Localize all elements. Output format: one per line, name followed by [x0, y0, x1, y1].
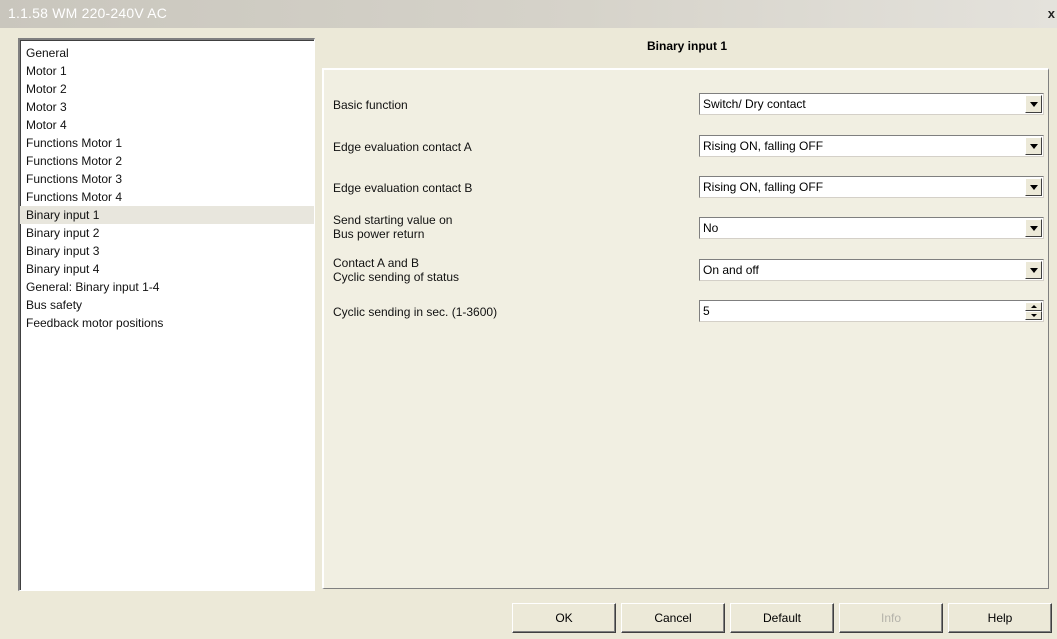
- send-start-dropdown[interactable]: No: [699, 217, 1044, 239]
- help-button[interactable]: Help: [948, 603, 1052, 633]
- spin-down-icon[interactable]: [1025, 311, 1042, 320]
- cyclic-status-label-line1: Contact A and B: [333, 256, 420, 270]
- edge-b-value: Rising ON, falling OFF: [703, 180, 824, 194]
- basic-function-value: Switch/ Dry contact: [703, 97, 806, 111]
- tree-item[interactable]: Functions Motor 2: [20, 152, 314, 170]
- tree-item[interactable]: General: Binary input 1-4: [20, 278, 314, 296]
- send-start-value: No: [703, 221, 719, 235]
- tree-item[interactable]: Binary input 1: [20, 206, 314, 224]
- edge-a-value: Rising ON, falling OFF: [703, 139, 824, 153]
- edge-b-label: Edge evaluation contact B: [333, 181, 473, 195]
- cyclic-status-label: Contact A and B Cyclic sending of status: [333, 256, 459, 284]
- chevron-down-icon[interactable]: [1025, 178, 1042, 196]
- edge-a-label: Edge evaluation contact A: [333, 140, 472, 154]
- default-button[interactable]: Default: [730, 603, 834, 633]
- tree-item[interactable]: Motor 3: [20, 98, 314, 116]
- cancel-button[interactable]: Cancel: [621, 603, 725, 633]
- tree-item[interactable]: General: [20, 44, 314, 62]
- ok-button[interactable]: OK: [512, 603, 616, 633]
- tree-item[interactable]: Functions Motor 3: [20, 170, 314, 188]
- close-icon[interactable]: x: [1048, 6, 1055, 21]
- spin-up-icon[interactable]: [1025, 302, 1042, 311]
- tree-item[interactable]: Motor 2: [20, 80, 314, 98]
- send-start-label-line1: Send starting value on: [333, 213, 453, 227]
- parameter-panel: Basic function Switch/ Dry contact Edge …: [322, 68, 1049, 589]
- cyclic-seconds-label: Cyclic sending in sec. (1-3600): [333, 305, 498, 319]
- cyclic-status-dropdown[interactable]: On and off: [699, 259, 1044, 281]
- cyclic-status-label-line2: Cyclic sending of status: [333, 270, 460, 284]
- basic-function-label: Basic function: [333, 98, 408, 112]
- edge-a-dropdown[interactable]: Rising ON, falling OFF: [699, 135, 1044, 157]
- tree-item[interactable]: Motor 1: [20, 62, 314, 80]
- info-button: Info: [839, 603, 943, 633]
- tree-item[interactable]: Functions Motor 1: [20, 134, 314, 152]
- edge-b-dropdown[interactable]: Rising ON, falling OFF: [699, 176, 1044, 198]
- window-title: 1.1.58 WM 220-240V AC: [8, 5, 168, 21]
- title-bar: 1.1.58 WM 220-240V AC x: [0, 0, 1057, 28]
- chevron-down-icon[interactable]: [1025, 137, 1042, 155]
- tree-list: General Motor 1 Motor 2 Motor 3 Motor 4 Funct…: [20, 40, 314, 332]
- tree-item[interactable]: Bus safety: [20, 296, 314, 314]
- chevron-down-icon[interactable]: [1025, 219, 1042, 237]
- chevron-down-icon[interactable]: [1025, 261, 1042, 279]
- tree-item[interactable]: Feedback motor positions: [20, 314, 314, 332]
- tree-item[interactable]: Functions Motor 4: [20, 188, 314, 206]
- tree-item[interactable]: Binary input 2: [20, 224, 314, 242]
- send-start-label-line2: Bus power return: [333, 227, 425, 241]
- tree-item[interactable]: Binary input 4: [20, 260, 314, 278]
- chevron-down-icon[interactable]: [1025, 95, 1042, 113]
- tree-item[interactable]: Motor 4: [20, 116, 314, 134]
- cyclic-seconds-value: 5: [703, 304, 710, 318]
- stepper-buttons: [1025, 302, 1042, 320]
- page-title: Binary input 1: [646, 39, 727, 53]
- send-start-label: Send starting value on Bus power return: [333, 213, 452, 241]
- basic-function-dropdown[interactable]: Switch/ Dry contact: [699, 93, 1044, 115]
- tree-item[interactable]: Binary input 3: [20, 242, 314, 260]
- parameter-tree[interactable]: General Motor 1 Motor 2 Motor 3 Motor 4 Funct…: [18, 38, 315, 591]
- cyclic-status-value: On and off: [703, 263, 759, 277]
- cyclic-seconds-stepper[interactable]: 5: [699, 300, 1044, 322]
